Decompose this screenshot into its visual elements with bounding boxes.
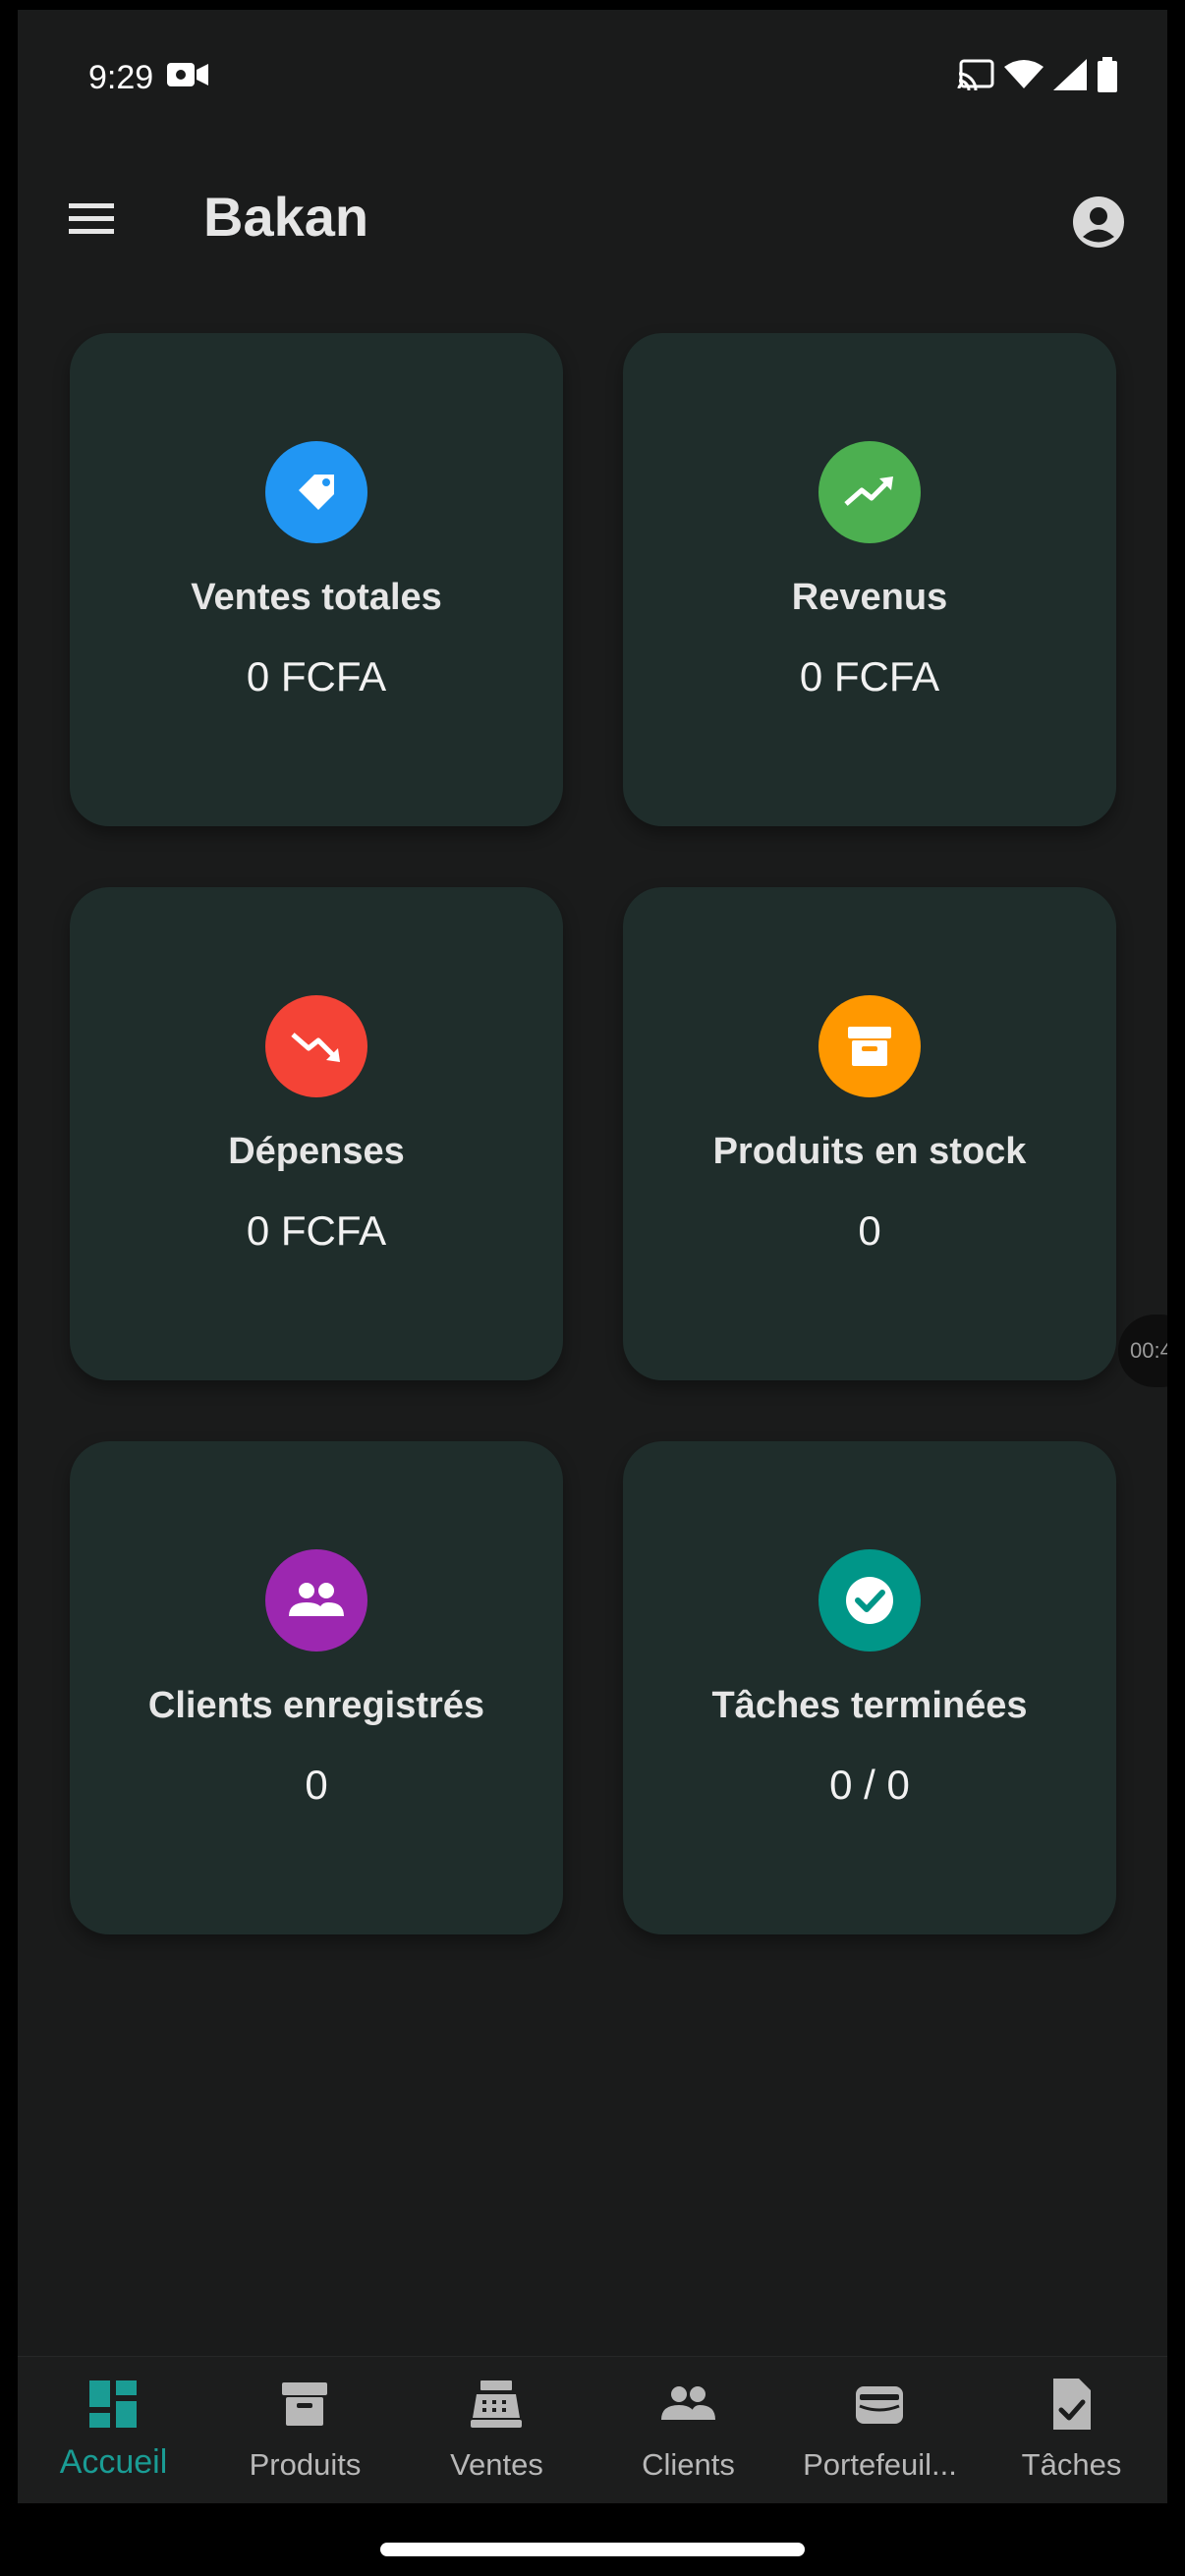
card-title: Dépenses (228, 1131, 405, 1172)
signal-icon (1053, 59, 1087, 90)
recording-timer: 00:42 (1118, 1315, 1167, 1387)
card-revenus[interactable]: Revenus 0 FCFA (623, 333, 1116, 826)
nav-item-produits[interactable]: Produits (209, 2357, 401, 2503)
card-ventes-totales[interactable]: Ventes totales 0 FCFA (70, 333, 563, 826)
nav-item-portefeuille[interactable]: Portefeuil... (784, 2357, 976, 2503)
menu-icon[interactable] (59, 195, 124, 244)
card-value: 0 / 0 (829, 1762, 910, 1808)
nav-item-accueil[interactable]: Accueil (18, 2357, 209, 2503)
app-bar: Bakan (18, 157, 1167, 279)
account-icon[interactable] (1069, 193, 1128, 252)
archive-box-icon (818, 995, 921, 1097)
card-title: Clients enregistrés (147, 1685, 485, 1726)
card-value: 0 FCFA (799, 653, 940, 700)
nav-label: Tâches (1021, 2447, 1122, 2482)
card-title: Revenus (791, 577, 948, 618)
nav-item-ventes[interactable]: Ventes (401, 2357, 592, 2503)
trending-down-icon (265, 995, 367, 1097)
card-depenses[interactable]: Dépenses 0 FCFA (70, 887, 563, 1380)
nav-label: Produits (249, 2447, 362, 2482)
nav-label: Ventes (450, 2447, 543, 2482)
battery-icon (1098, 57, 1117, 92)
archive-box-icon (282, 2382, 327, 2426)
cast-icon (957, 59, 994, 90)
bottom-navigation: Accueil Produits Ventes Clients Portefeu… (18, 2356, 1167, 2503)
gesture-navigation-bar[interactable] (380, 2543, 805, 2556)
card-title: Tâches terminées (711, 1685, 1028, 1726)
wifi-icon (1004, 60, 1044, 88)
nav-label: Clients (642, 2447, 735, 2482)
status-icons (957, 57, 1118, 92)
card-value: 0 (858, 1207, 881, 1254)
people-icon (661, 2386, 715, 2420)
status-time: 9:29 (88, 59, 154, 96)
trending-up-icon (818, 441, 921, 543)
app-screen: 9:29 Bakan Ventes totales 0 FCFA Revenus… (18, 10, 1167, 2503)
check-circle-icon (818, 1549, 921, 1652)
task-icon (1053, 2379, 1091, 2430)
video-record-icon (167, 63, 208, 86)
dashboard-icon (89, 2380, 137, 2428)
card-value: 0 FCFA (246, 653, 387, 700)
card-clients-enregistres[interactable]: Clients enregistrés 0 (70, 1441, 563, 1934)
card-taches-terminees[interactable]: Tâches terminées 0 / 0 (623, 1441, 1116, 1934)
nav-item-taches[interactable]: Tâches (976, 2357, 1167, 2503)
card-title: Produits en stock (712, 1131, 1027, 1172)
card-value: 0 (305, 1762, 328, 1808)
nav-label: Portefeuil... (803, 2447, 957, 2482)
status-bar: 9:29 (18, 10, 1167, 138)
tag-icon (265, 441, 367, 543)
card-title: Ventes totales (191, 577, 442, 618)
cash-register-icon (471, 2380, 522, 2428)
nav-label: Accueil (59, 2443, 168, 2481)
nav-item-clients[interactable]: Clients (592, 2357, 784, 2503)
wallet-icon (856, 2386, 903, 2424)
card-value: 0 FCFA (246, 1207, 387, 1254)
card-produits-en-stock[interactable]: Produits en stock 0 (623, 887, 1116, 1380)
people-icon (265, 1549, 367, 1652)
app-title: Bakan (203, 186, 369, 248)
